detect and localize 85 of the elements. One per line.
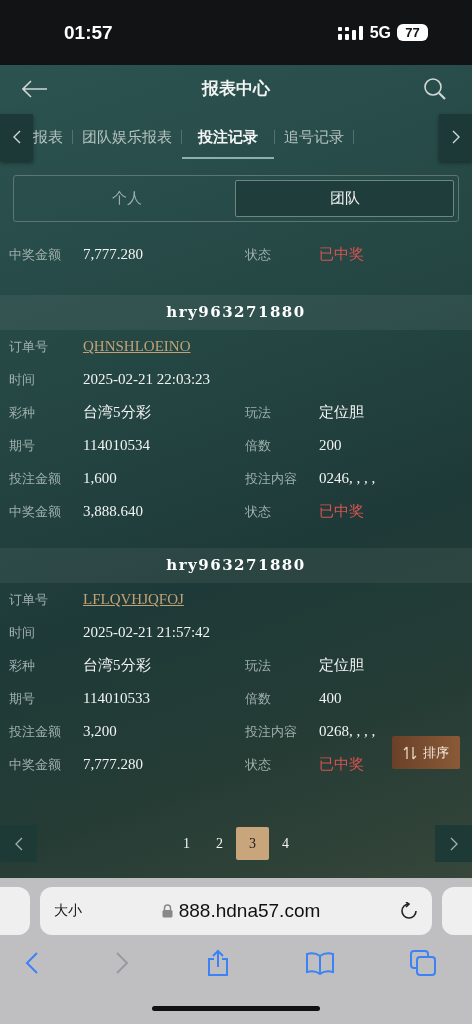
previous-page-button[interactable]	[0, 825, 37, 862]
tab[interactable]: 投注记录	[182, 115, 274, 159]
chevron-left-icon	[12, 130, 21, 144]
field-label: 中奖金额	[9, 502, 62, 521]
field-label: 投注内容	[245, 469, 298, 488]
field-value: 2025-02-21 21:57:42	[83, 624, 212, 641]
forward-icon[interactable]	[115, 951, 130, 975]
field-label: 时间	[9, 623, 36, 642]
next-page-button[interactable]	[435, 825, 472, 862]
clock-time: 01:57	[64, 21, 113, 44]
book-icon[interactable]	[305, 951, 334, 975]
share-icon[interactable]	[205, 949, 230, 977]
field-value: 400	[319, 690, 343, 707]
tab[interactable]: 报表	[33, 115, 72, 159]
field-label: 倍数	[245, 436, 272, 455]
back-arrow-icon[interactable]	[22, 79, 48, 98]
field-value: 3,200	[83, 723, 118, 740]
field-value: 台湾5分彩	[83, 656, 152, 675]
segment-tab[interactable]: 团队	[235, 180, 454, 217]
record-header: hry963271880	[0, 548, 472, 583]
field-value: 定位胆	[319, 403, 365, 422]
field-label: 彩种	[9, 403, 36, 422]
field-value: 7,777.280	[83, 246, 144, 263]
chevron-right-icon	[451, 130, 460, 144]
segment-tab[interactable]: 个人	[18, 180, 235, 217]
status-value: 已中奖	[319, 245, 365, 264]
order-link[interactable]: LFLQVHJQFOJ	[83, 591, 472, 608]
sort-arrows-icon	[403, 745, 417, 760]
sort-button[interactable]: 排序	[392, 736, 460, 769]
page-title: 报表中心	[201, 77, 270, 100]
scroll-right-button[interactable]	[439, 113, 472, 161]
reload-icon[interactable]	[400, 902, 418, 920]
field-label: 时间	[9, 370, 36, 389]
field-label: 倍数	[245, 689, 272, 708]
field-value: 台湾5分彩	[83, 403, 152, 422]
field-value: 定位胆	[319, 656, 365, 675]
field-label: 状态	[245, 245, 272, 264]
field-label: 玩法	[245, 656, 272, 675]
battery-level: 77	[397, 24, 428, 41]
signal-icon	[337, 24, 364, 41]
field-value: 3,888.640	[83, 503, 144, 520]
tab-card[interactable]	[442, 887, 472, 935]
field-label: 中奖金额	[9, 755, 62, 774]
field-label: 玩法	[245, 403, 272, 422]
tab[interactable]: 团队娱乐报表	[73, 115, 181, 159]
chevron-right-icon	[449, 836, 458, 851]
status-value: 已中奖	[319, 755, 365, 774]
chevron-left-icon	[14, 836, 23, 851]
field-value: 0268, , , ,	[319, 723, 377, 740]
network-label: 5G	[369, 23, 391, 42]
field-label: 期号	[9, 436, 36, 455]
text-size-button[interactable]: 大小	[54, 902, 82, 920]
order-link[interactable]: QHNSHLOEINO	[83, 338, 472, 355]
page-button[interactable]: 3	[236, 827, 269, 860]
search-icon[interactable]	[423, 76, 447, 101]
field-value: 7,777.280	[83, 756, 144, 773]
field-label: 投注金额	[9, 469, 62, 488]
field-label: 彩种	[9, 656, 36, 675]
field-value: 200	[319, 437, 343, 454]
field-label: 状态	[245, 755, 272, 774]
url-text: 888.hdna57.com	[178, 900, 321, 922]
status-value: 已中奖	[319, 502, 365, 521]
field-label: 期号	[9, 689, 36, 708]
page-button[interactable]: 1	[170, 827, 203, 860]
field-label: 投注内容	[245, 722, 298, 741]
tab[interactable]: 追号记录	[275, 115, 353, 159]
field-value: 114010534	[83, 437, 151, 454]
field-value: 2025-02-21 22:03:23	[83, 371, 212, 388]
field-label: 投注金额	[9, 722, 62, 741]
field-value: 0246, , , ,	[319, 470, 377, 487]
field-value: 114010533	[83, 690, 151, 707]
address-bar[interactable]: 大小 888.hdna57.com	[40, 887, 432, 935]
page-button[interactable]: 4	[269, 827, 302, 860]
field-label: 订单号	[9, 590, 49, 609]
tab-card[interactable]	[0, 887, 30, 935]
lock-icon	[161, 904, 173, 918]
back-icon[interactable]	[25, 951, 39, 975]
field-label: 中奖金额	[9, 245, 62, 264]
scroll-left-button[interactable]	[0, 113, 33, 161]
field-label: 状态	[245, 502, 272, 521]
record-header: hry963271880	[0, 295, 472, 330]
tabs-icon[interactable]	[410, 950, 436, 976]
field-value: 1,600	[83, 470, 118, 487]
field-label: 订单号	[9, 337, 49, 356]
page-button[interactable]: 2	[203, 827, 236, 860]
